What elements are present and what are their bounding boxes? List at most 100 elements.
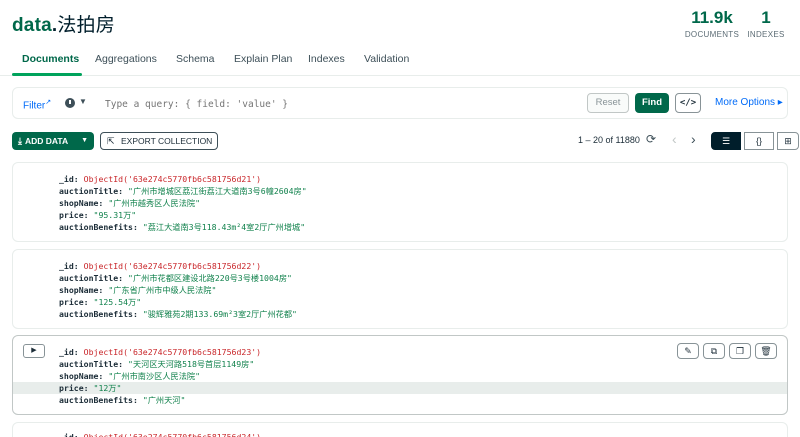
indexes-label: INDEXES — [747, 30, 785, 39]
field-row[interactable]: price: "125.54万" — [13, 296, 787, 308]
refresh-icon[interactable]: ⟳ — [646, 132, 656, 146]
collection-name: 法拍房 — [57, 14, 115, 36]
field-row[interactable]: shopName: "广州市越秀区人民法院" — [13, 197, 787, 209]
active-tab-indicator — [12, 73, 82, 76]
field-value: ObjectId('63e274c5770fb6c581756d23') — [83, 347, 262, 357]
list-view-icon[interactable]: ☰ — [711, 132, 741, 150]
field-row[interactable]: _id: ObjectId('63e274c5770fb6c581756d23'… — [13, 346, 787, 358]
collection-header: data.法拍房 11.9k DOCUMENTS 1 INDEXES — [0, 0, 800, 44]
json-view-icon[interactable]: {} — [744, 132, 774, 150]
view-toggle: ☰ {} ⊞ — [711, 132, 799, 150]
field-value: "广州市增城区荔江街荔江大道南3号6幢2604房" — [128, 186, 307, 196]
namespace-title: data.法拍房 — [12, 14, 115, 36]
field-row[interactable]: auctionTitle: "广州市增城区荔江街荔江大道南3号6幢2604房" — [13, 185, 787, 197]
tab-aggregations[interactable]: Aggregations — [95, 53, 157, 65]
document-card[interactable]: _id: ObjectId('63e274c5770fb6c581756d22'… — [12, 249, 788, 329]
field-value: "骏辉雅苑2期133.69m²3室2厅广州花都" — [142, 309, 297, 319]
field-row[interactable]: _id: ObjectId('63e274c5770fb6c581756d24'… — [13, 431, 787, 437]
more-options-link[interactable]: More Options ▸ — [715, 97, 783, 108]
documents-label: DOCUMENTS — [684, 30, 740, 39]
export-label: EXPORT COLLECTION — [121, 136, 213, 146]
field-value: "12万" — [93, 383, 122, 393]
query-filter-input[interactable] — [105, 95, 575, 113]
field-value: ObjectId('63e274c5770fb6c581756d22') — [83, 261, 262, 271]
field-key: auctionBenefits: — [59, 309, 138, 319]
document-fields: _id: ObjectId('63e274c5770fb6c581756d21'… — [13, 173, 787, 233]
chevron-down-icon[interactable]: ▼ — [79, 97, 87, 106]
chevron-left-icon[interactable]: ‹ — [672, 131, 677, 147]
field-value: "广东省广州市中级人民法院" — [108, 285, 217, 295]
field-key: _id: — [59, 174, 79, 184]
field-key: price: — [59, 210, 89, 220]
field-key: auctionBenefits: — [59, 395, 138, 405]
find-button[interactable]: Find — [635, 93, 669, 113]
download-icon: ⤓ — [18, 136, 22, 146]
document-fields: _id: ObjectId('63e274c5770fb6c581756d24'… — [13, 431, 787, 437]
field-row[interactable]: _id: ObjectId('63e274c5770fb6c581756d21'… — [13, 173, 787, 185]
document-card[interactable]: _id: ObjectId('63e274c5770fb6c581756d21'… — [12, 162, 788, 242]
export-code-button[interactable]: </> — [675, 93, 701, 113]
field-key: _id: — [59, 347, 79, 357]
field-key: auctionTitle: — [59, 186, 124, 196]
field-value: "95.31万" — [93, 210, 137, 220]
add-data-button[interactable]: ⤓ ADD DATA ▼ — [12, 132, 94, 150]
field-key: _id: — [59, 261, 79, 271]
field-key: shopName: — [59, 285, 104, 295]
documents-stat: 11.9k DOCUMENTS — [684, 8, 740, 39]
documents-toolbar: ⤓ ADD DATA ▼ ⇱ EXPORT COLLECTION 1 – 20 of… — [0, 130, 800, 154]
reset-button[interactable]: Reset — [587, 93, 629, 113]
add-data-label: ADD DATA — [24, 136, 69, 146]
field-value: "广州天河" — [142, 395, 186, 405]
tab-validation[interactable]: Validation — [364, 53, 409, 65]
field-value: ObjectId('63e274c5770fb6c581756d24') — [83, 432, 262, 437]
history-icon[interactable] — [65, 98, 75, 108]
document-fields: _id: ObjectId('63e274c5770fb6c581756d23'… — [13, 346, 787, 406]
field-row[interactable]: auctionBenefits: "骏辉雅苑2期133.69m²3室2厅广州花都… — [13, 308, 787, 320]
indexes-count: 1 — [761, 8, 771, 27]
field-row[interactable]: price: "12万" — [13, 382, 787, 394]
field-key: _id: — [59, 432, 79, 437]
field-row[interactable]: _id: ObjectId('63e274c5770fb6c581756d22'… — [13, 260, 787, 272]
field-key: shopName: — [59, 371, 104, 381]
field-row[interactable]: auctionBenefits: "荔江大道南3号118.43m²4室2厅广州增… — [13, 221, 787, 233]
field-value: "广州市南沙区人民法院" — [108, 371, 201, 381]
tab-explain-plan[interactable]: Explain Plan — [234, 53, 292, 65]
field-row[interactable]: auctionBenefits: "广州天河" — [13, 394, 787, 406]
field-row[interactable]: price: "95.31万" — [13, 209, 787, 221]
field-value: "荔江大道南3号118.43m²4室2厅广州增城" — [142, 222, 306, 232]
table-view-icon[interactable]: ⊞ — [777, 132, 799, 150]
tab-documents[interactable]: Documents — [22, 53, 79, 65]
external-link-icon: ↗ — [45, 99, 52, 106]
collection-tabs: Documents Aggregations Schema Explain Pl… — [0, 46, 800, 76]
field-key: auctionTitle: — [59, 359, 124, 369]
chevron-right-icon[interactable]: › — [691, 131, 696, 147]
documents-count: 11.9k — [691, 8, 733, 27]
field-value: "广州市花都区建设北路220号3号楼1004房" — [128, 273, 292, 283]
field-row[interactable]: shopName: "广州市南沙区人民法院" — [13, 370, 787, 382]
chevron-down-icon: ▼ — [81, 137, 88, 144]
field-value: ObjectId('63e274c5770fb6c581756d21') — [83, 174, 262, 184]
export-collection-button[interactable]: ⇱ EXPORT COLLECTION — [100, 132, 218, 150]
database-name[interactable]: data — [12, 15, 52, 36]
field-row[interactable]: auctionTitle: "天河区天河路518号首层1149房" — [13, 358, 787, 370]
field-row[interactable]: shopName: "广东省广州市中级人民法院" — [13, 284, 787, 296]
pagination-status: 1 – 20 of 11880 — [578, 135, 640, 145]
filter-label: Filter — [23, 100, 46, 112]
field-value: "天河区天河路518号首层1149房" — [128, 359, 255, 369]
tab-schema[interactable]: Schema — [176, 53, 215, 65]
field-key: auctionBenefits: — [59, 222, 138, 232]
field-key: price: — [59, 383, 89, 393]
query-bar: Filter↗ ▼ Reset Find </> More Options ▸ — [12, 87, 788, 119]
indexes-stat: 1 INDEXES — [746, 8, 786, 39]
export-icon: ⇱ — [107, 136, 115, 146]
document-card[interactable]: ▶ ✎ ⧉ ❐ 🗑 _id: ObjectId('63e274c5770fb6c… — [12, 335, 788, 415]
field-value: "广州市越秀区人民法院" — [108, 198, 201, 208]
document-card[interactable]: _id: ObjectId('63e274c5770fb6c581756d24'… — [12, 422, 788, 437]
field-key: price: — [59, 297, 89, 307]
field-value: "125.54万" — [93, 297, 142, 307]
filter-link[interactable]: Filter↗ — [23, 98, 51, 111]
tab-indexes[interactable]: Indexes — [308, 53, 345, 65]
field-row[interactable]: auctionTitle: "广州市花都区建设北路220号3号楼1004房" — [13, 272, 787, 284]
document-fields: _id: ObjectId('63e274c5770fb6c581756d22'… — [13, 260, 787, 320]
field-key: auctionTitle: — [59, 273, 124, 283]
